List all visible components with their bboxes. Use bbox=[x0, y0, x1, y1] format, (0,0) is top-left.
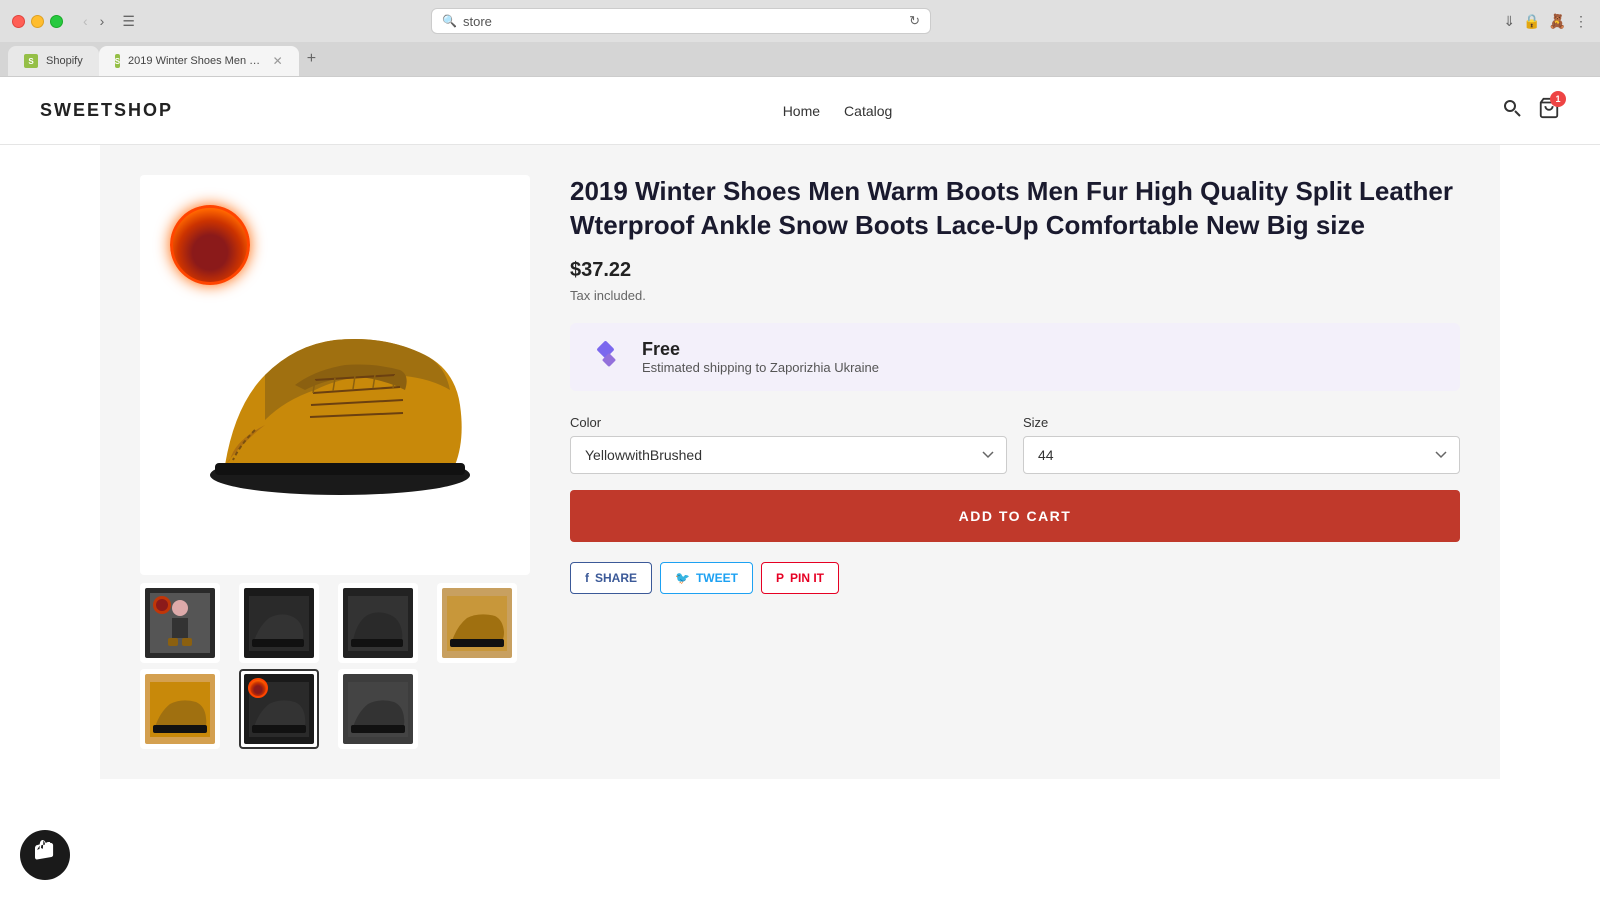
pinterest-share-button[interactable]: P PIN IT bbox=[761, 562, 839, 594]
product-tax-note: Tax included. bbox=[570, 288, 1460, 303]
color-select[interactable]: YellowwithBrushed Black DarkBrown LightB… bbox=[570, 436, 1007, 474]
thumbnail-2[interactable] bbox=[239, 583, 319, 663]
search-icon: 🔍 bbox=[442, 14, 457, 28]
shield-icon[interactable]: 🔒 bbox=[1523, 13, 1540, 30]
thumbnail-row-1 bbox=[140, 583, 530, 663]
store-page: SWEETSHOP Home Catalog bbox=[0, 77, 1600, 907]
address-bar[interactable]: 🔍 store ↻ bbox=[431, 8, 931, 34]
menu-button[interactable]: ⋮ bbox=[1574, 13, 1588, 30]
tab-product-label: 2019 Winter Shoes Men Warm Boots Men Fur… bbox=[128, 55, 265, 67]
fullscreen-button[interactable] bbox=[50, 15, 63, 28]
back-button[interactable]: ‹ bbox=[79, 11, 92, 31]
fireball-decoration bbox=[170, 205, 250, 285]
product-favicon: S bbox=[115, 54, 120, 68]
shoe-svg bbox=[185, 245, 485, 505]
share-label: SHARE bbox=[595, 571, 637, 585]
shopify-badge-icon bbox=[33, 840, 57, 870]
color-option-group: Color YellowwithBrushed Black DarkBrown … bbox=[570, 415, 1007, 474]
size-option-group: Size 38 39 40 41 42 43 44 45 46 47 bbox=[1023, 415, 1460, 474]
twitter-icon: 🐦 bbox=[675, 571, 690, 585]
size-label: Size bbox=[1023, 415, 1460, 430]
twitter-share-button[interactable]: 🐦 TWEET bbox=[660, 562, 753, 594]
store-logo[interactable]: SWEETSHOP bbox=[40, 100, 173, 121]
size-select[interactable]: 38 39 40 41 42 43 44 45 46 47 bbox=[1023, 436, 1460, 474]
minimize-button[interactable] bbox=[31, 15, 44, 28]
refresh-button[interactable]: ↻ bbox=[909, 13, 920, 29]
pin-label: PIN IT bbox=[790, 571, 824, 585]
shipping-banner: Free Estimated shipping to Zaporizhia Uk… bbox=[570, 323, 1460, 391]
close-button[interactable] bbox=[12, 15, 25, 28]
product-info-section: 2019 Winter Shoes Men Warm Boots Men Fur… bbox=[570, 175, 1460, 749]
browser-titlebar: ‹ › ☰ 🔍 store ↻ ⇓ 🔒 🧸 ⋮ bbox=[0, 0, 1600, 42]
tab-shopify[interactable]: S Shopify bbox=[8, 46, 99, 76]
facebook-icon: f bbox=[585, 571, 589, 585]
thumbnail-4[interactable] bbox=[437, 583, 517, 663]
browser-tabs: S Shopify S 2019 Winter Shoes Men Warm B… bbox=[0, 42, 1600, 76]
shopify-favicon: S bbox=[24, 54, 38, 68]
browser-chrome: ‹ › ☰ 🔍 store ↻ ⇓ 🔒 🧸 ⋮ S Shopify S 2019… bbox=[0, 0, 1600, 77]
nav-buttons: ‹ › bbox=[79, 11, 108, 31]
browser-actions: ⇓ 🔒 🧸 ⋮ bbox=[1503, 13, 1588, 30]
tweet-label: TWEET bbox=[696, 571, 738, 585]
cart-button[interactable]: 1 bbox=[1538, 97, 1560, 124]
product-options: Color YellowwithBrushed Black DarkBrown … bbox=[570, 415, 1460, 474]
color-label: Color bbox=[570, 415, 1007, 430]
search-button[interactable] bbox=[1502, 98, 1522, 123]
add-to-cart-button[interactable]: ADD TO CART bbox=[570, 490, 1460, 542]
store-nav: Home Catalog bbox=[783, 103, 893, 119]
thumbnail-7[interactable] bbox=[338, 669, 418, 749]
thumbnail-1[interactable] bbox=[140, 583, 220, 663]
cart-badge: 1 bbox=[1550, 91, 1566, 107]
shopify-badge[interactable] bbox=[20, 830, 70, 880]
product-page: 2019 Winter Shoes Men Warm Boots Men Fur… bbox=[100, 145, 1500, 779]
thumbnail-5[interactable] bbox=[140, 669, 220, 749]
product-images-section bbox=[140, 175, 530, 749]
extensions-button[interactable]: 🧸 bbox=[1549, 13, 1566, 30]
main-image-container bbox=[140, 175, 530, 575]
facebook-share-button[interactable]: f SHARE bbox=[570, 562, 652, 594]
download-button[interactable]: ⇓ bbox=[1503, 13, 1515, 30]
shipping-info: Free Estimated shipping to Zaporizhia Uk… bbox=[642, 339, 879, 375]
shipping-details: Estimated shipping to Zaporizhia Ukraine bbox=[642, 360, 879, 375]
forward-button[interactable]: › bbox=[96, 11, 109, 31]
sidebar-toggle[interactable]: ☰ bbox=[116, 11, 141, 32]
pinterest-icon: P bbox=[776, 571, 784, 585]
nav-catalog[interactable]: Catalog bbox=[844, 103, 892, 119]
tab-product[interactable]: S 2019 Winter Shoes Men Warm Boots Men F… bbox=[99, 46, 299, 76]
new-tab-button[interactable]: + bbox=[299, 50, 324, 68]
traffic-lights bbox=[12, 15, 63, 28]
tab-close-icon[interactable]: ✕ bbox=[273, 54, 283, 68]
thumbnail-row-2 bbox=[140, 669, 530, 749]
nav-home[interactable]: Home bbox=[783, 103, 820, 119]
store-header: SWEETSHOP Home Catalog bbox=[0, 77, 1600, 145]
tab-shopify-label: Shopify bbox=[46, 55, 83, 67]
shipping-free-label: Free bbox=[642, 339, 879, 360]
product-price: $37.22 bbox=[570, 259, 1460, 282]
shipping-diamond-icon bbox=[590, 339, 626, 375]
header-actions: 1 bbox=[1502, 97, 1560, 124]
thumbnail-3[interactable] bbox=[338, 583, 418, 663]
search-icon bbox=[1502, 102, 1522, 122]
address-text: store bbox=[463, 14, 903, 29]
product-title: 2019 Winter Shoes Men Warm Boots Men Fur… bbox=[570, 175, 1460, 243]
social-share: f SHARE 🐦 TWEET P PIN IT bbox=[570, 562, 1460, 594]
thumbnail-6[interactable] bbox=[239, 669, 319, 749]
